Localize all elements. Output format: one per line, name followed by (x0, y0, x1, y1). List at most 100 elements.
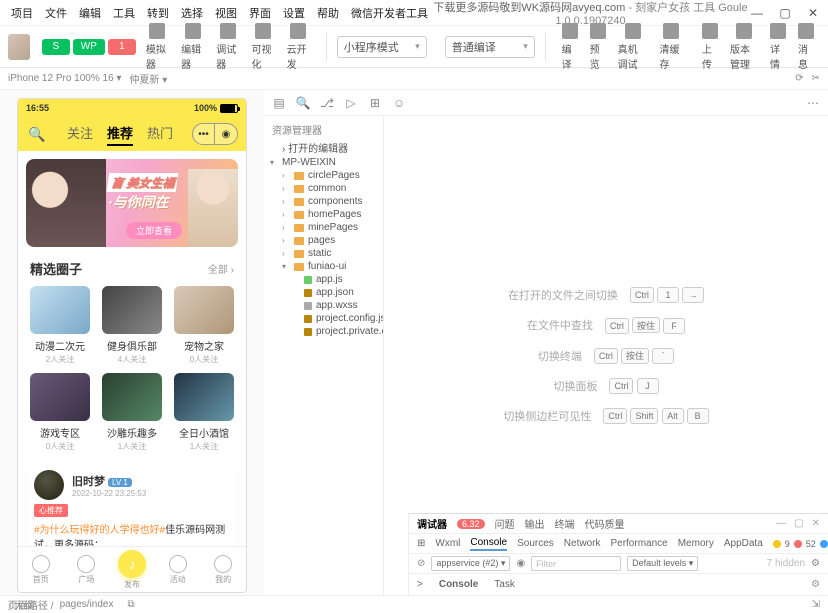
menu-设置[interactable]: 设置 (278, 3, 310, 23)
post-card[interactable]: 旧时梦LV 1 2022-10-22 23:25:53 心推荐 #为什么玩得好的… (26, 462, 238, 546)
devtab-Wxml[interactable]: Wxml (435, 538, 460, 549)
capsule-menu-icon[interactable]: ••• (193, 124, 215, 144)
tool-消息[interactable]: 消息 (792, 23, 820, 71)
devtab-AppData[interactable]: AppData (724, 538, 763, 549)
search-icon[interactable]: 🔍 (26, 123, 48, 145)
menu-转到[interactable]: 转到 (142, 3, 174, 23)
console-tab-代码质量[interactable]: 代码质量 (585, 516, 625, 531)
rotate-icon[interactable]: ⟳ (795, 73, 803, 84)
menu-文件[interactable]: 文件 (40, 3, 72, 23)
collapse-icon[interactable]: ⇲ (812, 599, 820, 610)
console-tab-终端[interactable]: 终端 (555, 516, 575, 531)
pill-0[interactable]: S (42, 39, 70, 55)
file-app.json[interactable]: app.json (264, 286, 383, 299)
section-more[interactable]: 全部 › (208, 261, 234, 276)
drawer-tab-Console[interactable]: Console (439, 579, 478, 590)
robot-icon[interactable]: ☺ (392, 96, 406, 110)
inspect-icon[interactable]: ⊞ (417, 538, 425, 549)
menu-工具[interactable]: 工具 (108, 3, 140, 23)
console-max-icon[interactable]: ▢ (794, 518, 803, 529)
explorer-icon[interactable]: ▤ (272, 96, 286, 110)
circle-card[interactable]: 游戏专区0人关注 (24, 369, 96, 456)
tool-清缓存[interactable]: 清缓存 (654, 23, 688, 71)
menu-界面[interactable]: 界面 (244, 3, 276, 23)
file-project.private.config.js...[interactable]: project.private.config.js... (264, 325, 383, 338)
tool-真机调试[interactable]: 真机调试 (612, 23, 654, 71)
tool-编译[interactable]: 编译 (556, 23, 584, 71)
copy-icon[interactable]: ⧉ (128, 599, 135, 610)
devtab-Sources[interactable]: Sources (517, 538, 554, 549)
scm-icon[interactable]: ⎇ (320, 96, 334, 110)
tabbar-发布[interactable]: ♪发布 (109, 547, 155, 592)
folder-minePages[interactable]: ›minePages (264, 221, 383, 234)
stop-icon[interactable]: ⊘ (417, 558, 425, 569)
run-icon[interactable]: ▷ (344, 96, 358, 110)
folder-homePages[interactable]: ›homePages (264, 208, 383, 221)
ext-icon[interactable]: ⊞ (368, 96, 382, 110)
tool-版本管理[interactable]: 版本管理 (724, 23, 764, 71)
circle-card[interactable]: 全日小酒馆1人关注 (168, 369, 240, 456)
menu-编辑[interactable]: 编辑 (74, 3, 106, 23)
device-select[interactable]: iPhone 12 Pro 100% 16 ▾ (8, 73, 121, 84)
tabbar-首页[interactable]: 首页 (18, 547, 64, 592)
settings2-icon[interactable]: ⚙ (811, 558, 820, 569)
folder-circlePages[interactable]: ›circlePages (264, 169, 383, 182)
folder-common[interactable]: ›common (264, 182, 383, 195)
devtools-console[interactable]: 调试器6.32问题输出终端代码质量—▢✕ ⊞WxmlConsoleSources… (408, 513, 828, 595)
menu-视图[interactable]: 视图 (210, 3, 242, 23)
pill-2[interactable]: 1 (108, 39, 136, 55)
capsule-close-icon[interactable]: ◉ (215, 124, 237, 144)
devtab-Memory[interactable]: Memory (678, 538, 714, 549)
console-tab-调试器[interactable]: 调试器 (417, 516, 447, 531)
circle-card[interactable]: 宠物之家0人关注 (168, 282, 240, 369)
drawer-tab-Task[interactable]: Task (494, 579, 515, 590)
file-tree[interactable]: 资源管理器 › 打开的编辑器 ▾MP-WEIXIN ›circlePages›c… (264, 116, 384, 595)
tool-上传[interactable]: 上传 (696, 23, 724, 71)
cut-icon[interactable]: ✂ (812, 73, 820, 84)
tabbar-我的[interactable]: 我的 (200, 547, 246, 592)
title-link[interactable]: 下载更多源码敬到WK源码网avyeq.com (433, 2, 625, 14)
user-avatar[interactable] (8, 34, 30, 60)
devtab-Console[interactable]: Console (470, 537, 507, 551)
console-tab-问题[interactable]: 问题 (495, 516, 515, 531)
tool-详情[interactable]: 详情 (764, 23, 792, 71)
circle-card[interactable]: 沙雕乐趣多1人关注 (96, 369, 168, 456)
menu-选择[interactable]: 选择 (176, 3, 208, 23)
eye-icon[interactable]: ◉ (516, 558, 525, 569)
menu-项目[interactable]: 项目 (6, 3, 38, 23)
nav-tab-热门[interactable]: 热门 (147, 123, 173, 146)
folder-static[interactable]: ›static (264, 247, 383, 260)
console-tab-输出[interactable]: 输出 (525, 516, 545, 531)
tool-调试器[interactable]: 调试器 (210, 23, 245, 71)
menu-微信开发者工具[interactable]: 微信开发者工具 (346, 3, 433, 23)
filter-input[interactable]: Filter (531, 556, 621, 571)
devtab-Network[interactable]: Network (564, 538, 601, 549)
tabbar-广场[interactable]: 广场 (64, 547, 110, 592)
tool-编辑器[interactable]: 编辑器 (175, 23, 210, 71)
devtab-Performance[interactable]: Performance (610, 538, 667, 549)
folder-funiao-ui[interactable]: ▾funiao-ui (264, 260, 383, 273)
nav-tab-关注[interactable]: 关注 (67, 123, 93, 146)
maximize-icon[interactable]: ▢ (776, 4, 794, 22)
file-app.js[interactable]: app.js (264, 273, 383, 286)
search2-icon[interactable]: 🔍 (296, 96, 310, 110)
circle-card[interactable]: 健身俱乐部4人关注 (96, 282, 168, 369)
console-gear-icon[interactable]: ⚙ (811, 579, 820, 590)
console-min-icon[interactable]: — (776, 518, 786, 529)
minimize-icon[interactable]: — (748, 4, 766, 22)
tool-可视化[interactable]: 可视化 (245, 23, 280, 71)
file-app.wxss[interactable]: app.wxss (264, 299, 383, 312)
close-icon[interactable]: ✕ (804, 4, 822, 22)
levels-select[interactable]: Default levels ▾ (627, 556, 698, 571)
file-project.config.json[interactable]: project.config.json (264, 312, 383, 325)
menu-帮助[interactable]: 帮助 (312, 3, 344, 23)
nav-tab-推荐[interactable]: 推荐 (107, 123, 133, 146)
more-icon[interactable]: ⋯ (806, 96, 820, 110)
promo-banner[interactable]: 盲 美女生福·与你同在 立即查看 (26, 159, 238, 247)
tabbar-活动[interactable]: 活动 (155, 547, 201, 592)
console-close-icon[interactable]: ✕ (812, 518, 820, 529)
compile-select[interactable]: 普通编译▾ (445, 36, 535, 58)
folder-pages[interactable]: ›pages (264, 234, 383, 247)
mode-select[interactable]: 小程序模式▾ (337, 36, 427, 58)
status-path[interactable]: pages/index (60, 599, 114, 610)
